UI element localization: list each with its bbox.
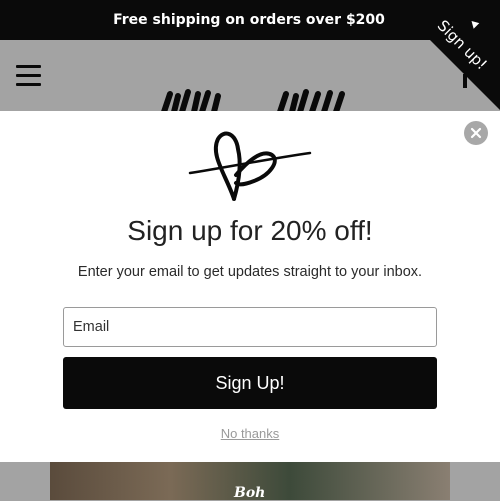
announcement-text: Free shipping on orders over $200 <box>113 12 385 28</box>
email-field[interactable] <box>63 307 437 347</box>
modal-title: Sign up for 20% off! <box>127 215 373 246</box>
signup-ribbon[interactable]: Sign up! <box>390 0 500 110</box>
hamburger-menu-icon[interactable] <box>16 65 41 86</box>
heart-scribble-icon <box>188 131 312 201</box>
signup-modal: Sign up for 20% off! Enter your email to… <box>0 111 500 462</box>
no-thanks-link[interactable]: No thanks <box>0 426 500 441</box>
modal-subtitle: Enter your email to get updates straight… <box>77 264 423 280</box>
badge-logo-icon: Boh <box>234 485 266 501</box>
brand-logo-icon[interactable] <box>160 88 350 112</box>
sign-up-button[interactable]: Sign Up! <box>63 357 437 409</box>
close-icon <box>470 127 482 139</box>
close-button[interactable] <box>464 121 488 145</box>
